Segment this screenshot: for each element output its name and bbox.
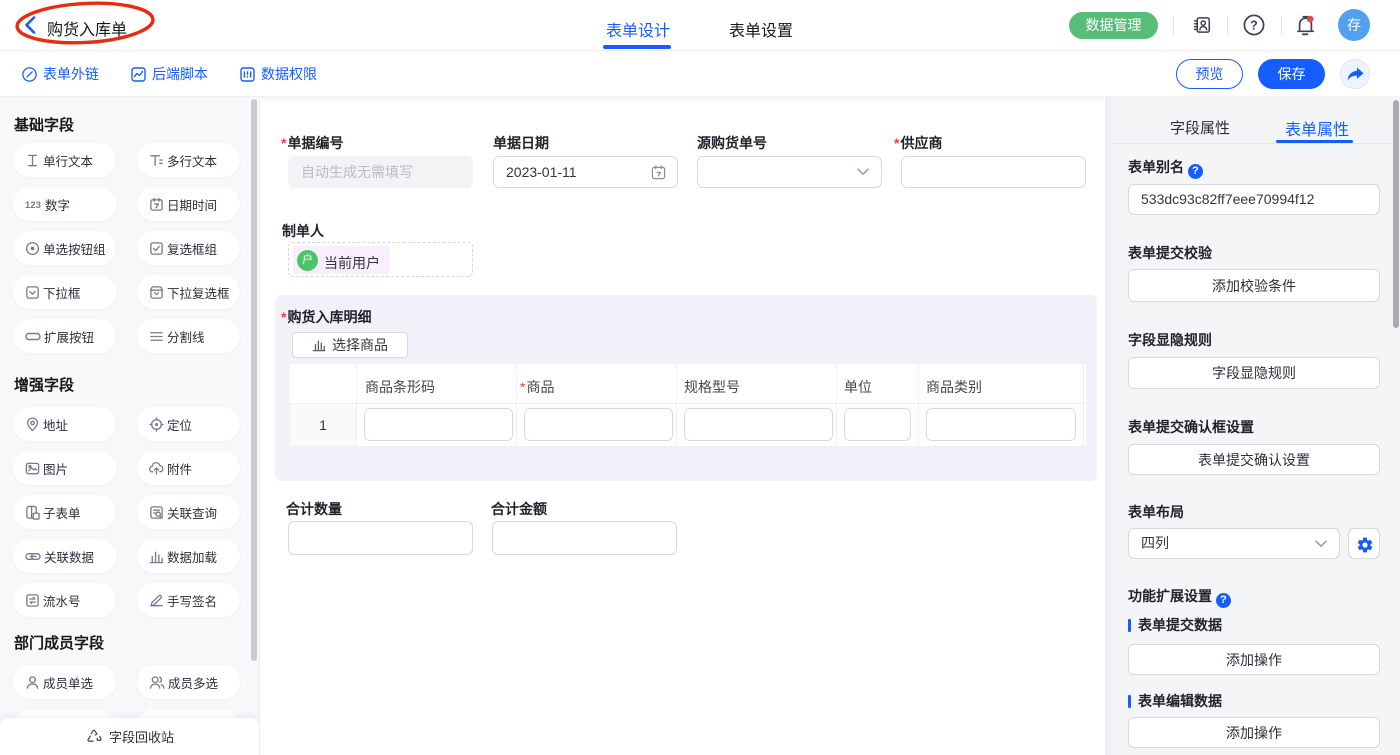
svg-text:?: ? xyxy=(1250,18,1258,32)
svg-text:123: 123 xyxy=(25,200,41,210)
